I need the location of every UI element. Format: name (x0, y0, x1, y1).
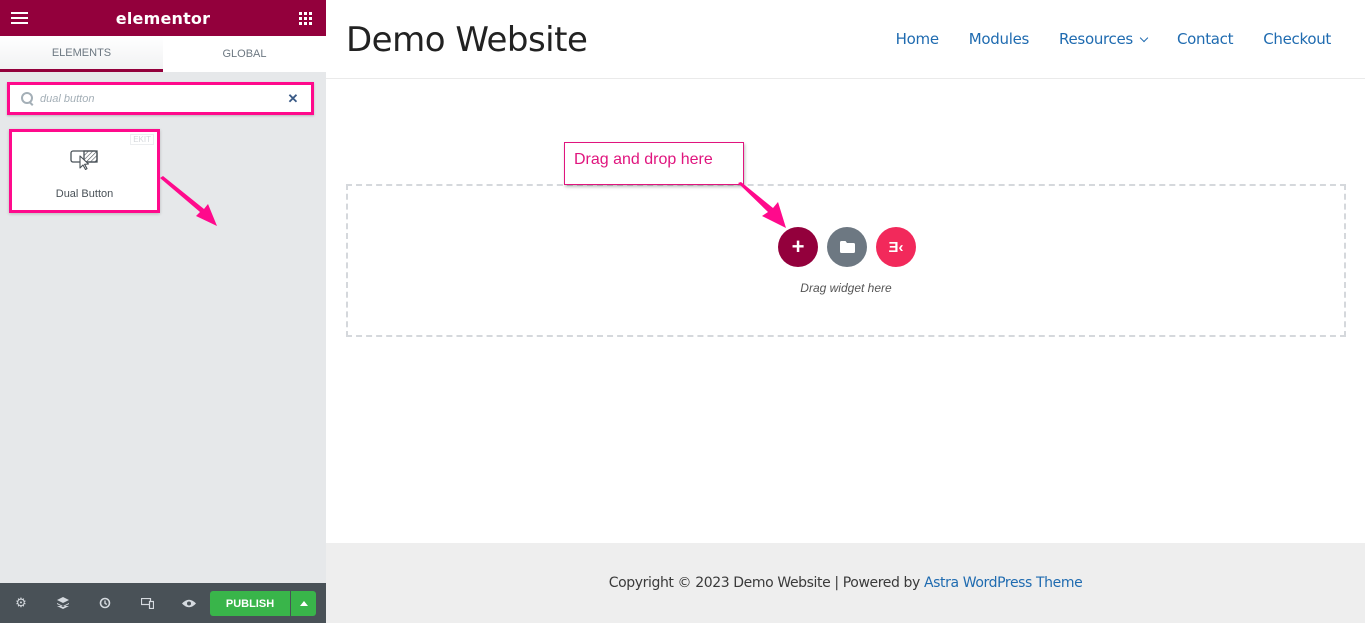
panel-footer: ⚙ PUBLISH (0, 583, 326, 623)
tab-global[interactable]: GLOBAL (163, 36, 326, 72)
publish-options-button[interactable] (291, 591, 316, 616)
navigator-layers-icon[interactable] (42, 583, 84, 623)
nav-modules[interactable]: Modules (969, 30, 1030, 48)
dropzone-text: Drag widget here (800, 281, 892, 295)
annotation-arrow-icon (738, 182, 786, 228)
add-section-icon[interactable]: + (778, 227, 818, 267)
history-icon[interactable] (84, 583, 126, 623)
search-icon (21, 91, 35, 106)
footer-theme-link[interactable]: Astra WordPress Theme (924, 575, 1083, 591)
site-preview: Demo Website Home Modules Resources Cont… (326, 0, 1365, 623)
template-library-folder-icon[interactable] (827, 227, 867, 267)
search-input[interactable] (40, 92, 283, 105)
elementskit-icon[interactable]: Ǝ‹ (876, 227, 916, 267)
elementor-logo: elementor (115, 8, 211, 28)
site-footer: Copyright © 2023 Demo Website | Powered … (326, 543, 1365, 623)
nav-contact[interactable]: Contact (1177, 30, 1234, 48)
site-header: Demo Website Home Modules Resources Cont… (326, 0, 1365, 79)
settings-icon[interactable]: ⚙ (0, 583, 42, 623)
elementor-panel: elementor ELEMENTS GLOBAL ✕ EKIT Dual Bu… (0, 0, 326, 623)
responsive-mode-icon[interactable] (126, 583, 168, 623)
annotation-callout: Drag and drop here (564, 142, 744, 185)
nav-home[interactable]: Home (896, 30, 939, 48)
grid-icon[interactable] (299, 12, 312, 25)
publish-button[interactable]: PUBLISH (210, 591, 290, 616)
widget-search: ✕ (7, 82, 314, 115)
close-icon[interactable]: ✕ (283, 91, 303, 107)
main-nav: Home Modules Resources Contact Checkout (866, 30, 1332, 48)
hamburger-icon[interactable] (11, 12, 28, 24)
widget-label: Dual Button (55, 188, 114, 200)
tab-elements[interactable]: ELEMENTS (0, 36, 163, 72)
ekit-badge: EKIT (130, 134, 154, 145)
empty-section-dropzone[interactable]: + Ǝ‹ Drag widget here (346, 184, 1346, 337)
preview-eye-icon[interactable] (168, 583, 210, 623)
site-title[interactable]: Demo Website (346, 20, 588, 60)
footer-text: Copyright © 2023 Demo Website | Powered … (608, 575, 924, 591)
panel-tabs: ELEMENTS GLOBAL (0, 36, 326, 72)
chevron-down-icon (1139, 33, 1149, 43)
footer-copyright: Copyright © 2023 Demo Website | Powered … (609, 575, 1083, 591)
widget-dual-button[interactable]: EKIT Dual Button (9, 129, 160, 213)
dual-button-icon (70, 150, 98, 170)
panel-header: elementor (0, 0, 326, 36)
annotation-arrow-icon (160, 176, 217, 226)
nav-resources[interactable]: Resources (1059, 30, 1149, 48)
nav-resources-label: Resources (1059, 30, 1133, 48)
nav-checkout[interactable]: Checkout (1263, 30, 1331, 48)
dropzone-buttons: + Ǝ‹ (778, 227, 916, 267)
